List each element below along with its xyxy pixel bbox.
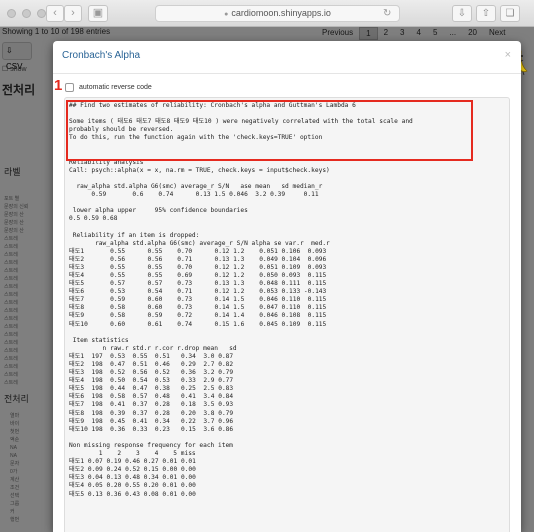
output-line: 태도4 0.55 0.55 0.69 0.12 1.2 0.050 0.093 … <box>69 271 327 279</box>
output-line: 태도3 0.55 0.55 0.70 0.12 1.2 0.051 0.109 … <box>69 263 327 271</box>
output-line: 태도5 0.57 0.57 0.73 0.13 1.3 0.048 0.111 … <box>69 280 327 288</box>
output-line: 태도2 0.56 0.56 0.71 0.13 1.3 0.049 0.104 … <box>69 255 327 263</box>
output-line: 태도2 198 0.47 0.51 0.46 0.29 2.7 0.82 <box>69 361 234 368</box>
close-icon[interactable]: × <box>505 49 511 61</box>
tabs-icon[interactable]: ❏ <box>500 5 520 22</box>
output-line: 태도8 198 0.39 0.37 0.28 0.20 3.8 0.79 <box>69 409 234 417</box>
output-line: raw_alpha std.alpha G6(smc) average_r S/… <box>69 182 323 190</box>
output-line: Item statistics <box>69 336 129 344</box>
reverse-code-checkbox[interactable] <box>65 83 74 92</box>
cronbach-alpha-modal: Cronbach's Alpha × automatic reverse cod… <box>53 41 521 532</box>
output-line: 0.59 0.6 0.74 0.13 1.5 0.046 3.2 0.39 0.… <box>69 191 319 199</box>
output-line: 태도9 0.58 0.59 0.72 0.14 1.4 0.046 0.108 … <box>69 312 327 320</box>
share-icon[interactable]: ⇧ <box>476 5 496 22</box>
download-icon[interactable]: ⇩ <box>452 5 472 22</box>
output-line: 태도1 0.07 0.19 0.46 0.27 0.01 0.01 <box>69 458 196 466</box>
zoom-window-button[interactable] <box>37 9 46 18</box>
sidebar-icon[interactable]: ▣ <box>88 5 108 22</box>
address-bar[interactable]: ● cardiomoon.shinyapps.io <box>155 5 400 22</box>
reverse-code-option[interactable]: automatic reverse code <box>65 83 152 92</box>
output-line: raw_alpha std.alpha G6(smc) average_r S/… <box>69 239 330 247</box>
url-text: cardiomoon.shinyapps.io <box>231 8 331 18</box>
warning-highlight-box <box>66 100 473 161</box>
output-line: 태도7 198 0.41 0.37 0.28 0.18 3.5 0.93 <box>69 401 234 409</box>
output-line: 1 2 3 4 5 miss <box>69 450 196 458</box>
reload-icon[interactable]: ↻ <box>383 5 391 22</box>
minimize-window-button[interactable] <box>22 9 31 18</box>
output-line: 0.5 0.59 0.68 <box>69 215 118 223</box>
alpha-output-text: ## Find two estimates of reliability: Cr… <box>69 102 413 499</box>
modal-title: Cronbach's Alpha <box>62 50 141 61</box>
reverse-code-label: automatic reverse code <box>79 84 152 91</box>
output-line: Non missing response frequency for each … <box>69 441 233 449</box>
output-line: Reliability if an item is dropped: <box>69 231 200 239</box>
back-button[interactable]: ‹ <box>46 5 64 22</box>
output-line: 태도9 198 0.45 0.41 0.34 0.22 3.7 0.96 <box>69 417 234 425</box>
output-line: 태도1 197 0.53 0.55 0.51 0.34 3.0 0.87 <box>69 352 234 360</box>
output-line: Call: psych::alpha(x = x, na.rm = TRUE, … <box>69 166 330 174</box>
window-controls <box>7 9 46 18</box>
output-line: lower alpha upper 95% confidence boundar… <box>69 207 248 215</box>
close-window-button[interactable] <box>7 9 16 18</box>
annotation-marker: 1 <box>54 77 63 94</box>
output-line: 태도10 0.60 0.61 0.74 0.15 1.6 0.045 0.109… <box>69 320 327 328</box>
output-line: n raw.r std.r r.cor r.drop mean sd <box>69 344 237 352</box>
output-line: 태도4 0.05 0.20 0.55 0.20 0.01 0.00 <box>69 482 196 490</box>
browser-toolbar: ‹ › ▣ ● cardiomoon.shinyapps.io ↻ ⇩ ⇧ ❏ <box>0 0 534 27</box>
output-line: 태도1 0.55 0.55 0.70 0.12 1.2 0.051 0.106 … <box>69 247 327 255</box>
alpha-output-panel: ## Find two estimates of reliability: Cr… <box>64 97 510 532</box>
modal-header: Cronbach's Alpha × <box>53 41 521 74</box>
output-line: 태도3 198 0.52 0.56 0.52 0.36 3.2 0.79 <box>69 369 234 377</box>
forward-button[interactable]: › <box>64 5 82 22</box>
output-line: 태도5 0.13 0.36 0.43 0.08 0.01 0.00 <box>69 490 196 498</box>
lock-icon: ● <box>224 11 229 18</box>
output-line: 태도10 198 0.36 0.33 0.23 0.15 3.6 0.86 <box>69 425 234 433</box>
